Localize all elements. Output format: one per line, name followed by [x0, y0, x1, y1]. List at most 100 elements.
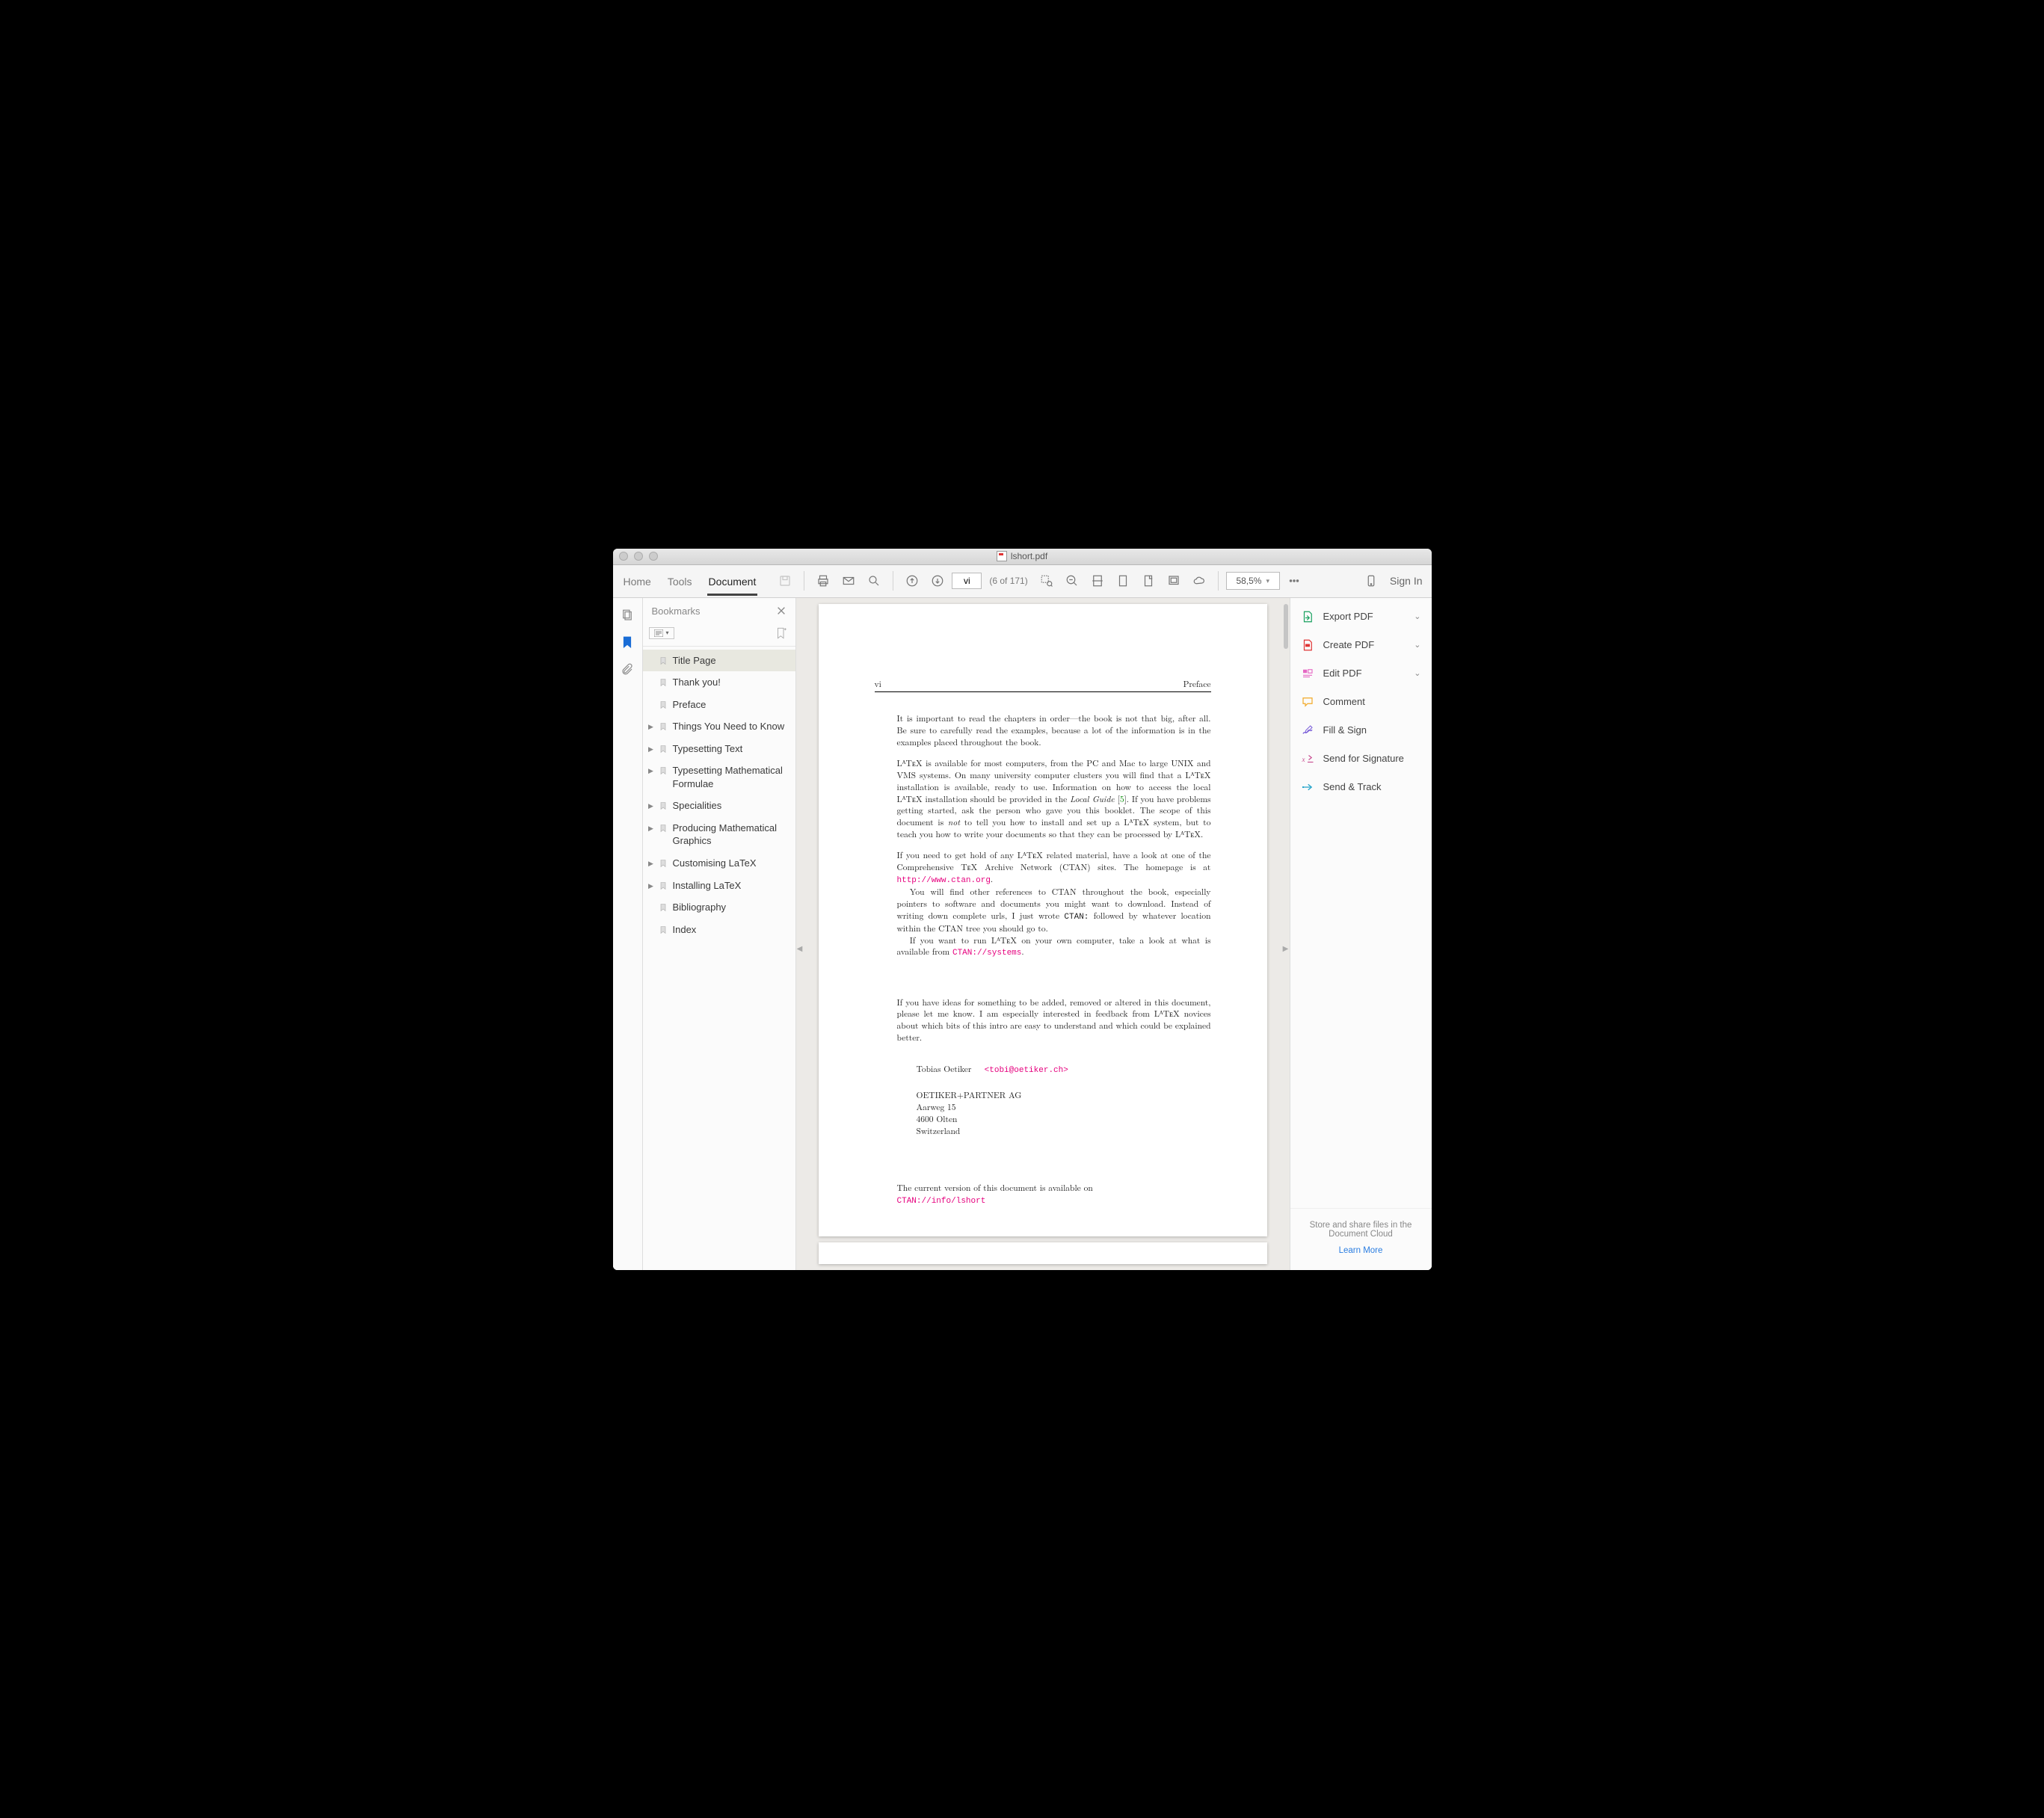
more-tools-button[interactable]	[1283, 570, 1305, 592]
svg-text:x: x	[1301, 755, 1305, 762]
minimize-window-button[interactable]	[634, 552, 643, 561]
thumbnails-rail-button[interactable]	[619, 607, 635, 623]
bookmark-label: Thank you!	[673, 676, 791, 689]
prev-page-button[interactable]	[901, 570, 923, 592]
chevron-down-icon: ⌄	[1414, 611, 1420, 621]
bookmark-label: Preface	[673, 698, 791, 712]
tools-item-sendforsig[interactable]: xSend for Signature	[1290, 745, 1432, 773]
disclosure-triangle-icon[interactable]: ▶	[646, 745, 656, 754]
url-link[interactable]: http://www.ctan.org	[897, 876, 991, 885]
fit-page-button[interactable]	[1112, 570, 1134, 592]
edit-icon	[1301, 667, 1314, 680]
disclosure-triangle-icon[interactable]: ▶	[646, 722, 656, 731]
document-viewport[interactable]: ◀ vi Preface It is important to read the…	[796, 598, 1290, 1270]
sign-in-link[interactable]: Sign In	[1390, 575, 1423, 587]
export-icon	[1301, 610, 1314, 623]
bookmark-item[interactable]: Bibliography	[643, 896, 795, 919]
bookmark-item[interactable]: ▶Customising LaTeX	[643, 852, 795, 875]
body-text: The current version of this document is …	[897, 1183, 1211, 1195]
marquee-zoom-button[interactable]	[1035, 570, 1058, 592]
main-tabs: Home Tools Document	[622, 567, 758, 596]
mobile-link-button[interactable]	[1360, 570, 1382, 592]
disclosure-triangle-icon[interactable]: ▶	[646, 881, 656, 890]
tools-item-label: Export PDF	[1323, 611, 1373, 622]
tools-item-label: Create PDF	[1323, 639, 1375, 650]
bookmarks-list: Title Page Thank you! Preface ▶Things You N…	[643, 647, 795, 1270]
close-window-button[interactable]	[619, 552, 628, 561]
disclosure-triangle-icon[interactable]: ▶	[646, 859, 656, 868]
sendforsig-icon: x	[1301, 752, 1314, 765]
page-count-label: (6 of 171)	[989, 576, 1027, 586]
tab-document[interactable]: Document	[707, 567, 758, 596]
zoom-select[interactable]: 58,5%	[1226, 572, 1280, 590]
bookmark-icon	[658, 677, 668, 688]
bookmark-item[interactable]: Preface	[643, 694, 795, 716]
address-line: Aarweg 15	[917, 1102, 1211, 1114]
bookmark-item[interactable]: ▶ Specialities	[643, 795, 795, 817]
save-button[interactable]	[774, 570, 796, 592]
add-bookmark-button[interactable]	[775, 626, 788, 640]
disclosure-triangle-icon[interactable]: ▶	[646, 766, 656, 775]
pdf-file-icon	[997, 551, 1007, 561]
learn-more-link[interactable]: Learn More	[1305, 1246, 1417, 1255]
bookmark-icon	[658, 823, 668, 833]
bookmark-item[interactable]: ▶Producing Mathematical Graphics	[643, 817, 795, 852]
bookmark-label: Typesetting Text	[673, 742, 791, 756]
print-button[interactable]	[812, 570, 834, 592]
page-display-button[interactable]	[1137, 570, 1160, 592]
tools-item-comment[interactable]: Comment	[1290, 688, 1432, 716]
tab-tools[interactable]: Tools	[666, 567, 694, 596]
tools-item-sendtrack[interactable]: Send & Track	[1290, 773, 1432, 801]
zoom-window-button[interactable]	[649, 552, 658, 561]
bookmark-icon	[658, 902, 668, 913]
bookmark-icon	[658, 858, 668, 869]
bookmarks-options-dropdown[interactable]: ▾	[649, 627, 674, 639]
collapse-left-handle[interactable]: ◀	[796, 934, 804, 964]
fit-width-button[interactable]	[1086, 570, 1109, 592]
tools-item-edit[interactable]: Edit PDF⌄	[1290, 659, 1432, 688]
zoom-out-button[interactable]	[1061, 570, 1083, 592]
bookmark-label: Typesetting Mathematical Formulae	[673, 764, 791, 790]
bookmark-item[interactable]: Thank you!	[643, 671, 795, 694]
tools-item-label: Send & Track	[1323, 781, 1382, 792]
next-page-button[interactable]	[926, 570, 949, 592]
bookmark-icon	[658, 881, 668, 891]
nav-rail	[613, 598, 643, 1270]
next-page-peek	[819, 1242, 1267, 1264]
url-link[interactable]: CTAN://systems	[952, 949, 1021, 958]
bookmarks-title: Bookmarks	[652, 606, 701, 617]
bookmarks-rail-button[interactable]	[619, 634, 635, 650]
collapse-right-handle[interactable]: ▶	[1282, 934, 1290, 964]
email-link[interactable]: <tobi@oetiker.ch>	[985, 1066, 1068, 1075]
read-mode-button[interactable]	[1163, 570, 1185, 592]
bookmark-item[interactable]: Title Page	[643, 650, 795, 672]
bookmark-item[interactable]: ▶Things You Need to Know	[643, 715, 795, 738]
app-window: lshort.pdf Home Tools Document (6 of 171…	[613, 549, 1432, 1270]
running-head-right: Preface	[1183, 679, 1211, 691]
fillsign-icon	[1301, 724, 1314, 737]
close-panel-button[interactable]	[776, 606, 788, 617]
cloud-button[interactable]	[1188, 570, 1210, 592]
create-icon	[1301, 638, 1314, 652]
tools-item-export[interactable]: Export PDF ⌄	[1290, 603, 1432, 631]
toolbar: Home Tools Document (6 of 171) 58,5% Sig…	[613, 565, 1432, 598]
bookmark-icon	[658, 656, 668, 666]
search-button[interactable]	[863, 570, 885, 592]
bookmark-item[interactable]: ▶ Typesetting Text	[643, 738, 795, 760]
bookmark-item[interactable]: ▶Installing LaTeX	[643, 875, 795, 897]
page: vi Preface It is important to read the c…	[819, 604, 1267, 1236]
bookmark-icon	[658, 744, 668, 754]
disclosure-triangle-icon[interactable]: ▶	[646, 801, 656, 810]
attachments-rail-button[interactable]	[619, 661, 635, 677]
bookmark-item[interactable]: ▶ Typesetting Mathematical Formulae	[643, 759, 795, 795]
page-number-input[interactable]	[952, 573, 982, 589]
bookmark-label: Specialities	[673, 799, 791, 813]
tools-item-fillsign[interactable]: Fill & Sign	[1290, 716, 1432, 745]
disclosure-triangle-icon[interactable]: ▶	[646, 824, 656, 833]
email-button[interactable]	[837, 570, 860, 592]
scrollbar-thumb[interactable]	[1284, 604, 1288, 649]
tab-home[interactable]: Home	[622, 567, 653, 596]
tools-item-create[interactable]: Create PDF⌄	[1290, 631, 1432, 659]
bookmark-item[interactable]: Index	[643, 919, 795, 941]
url-link[interactable]: CTAN://info/lshort	[897, 1197, 986, 1206]
